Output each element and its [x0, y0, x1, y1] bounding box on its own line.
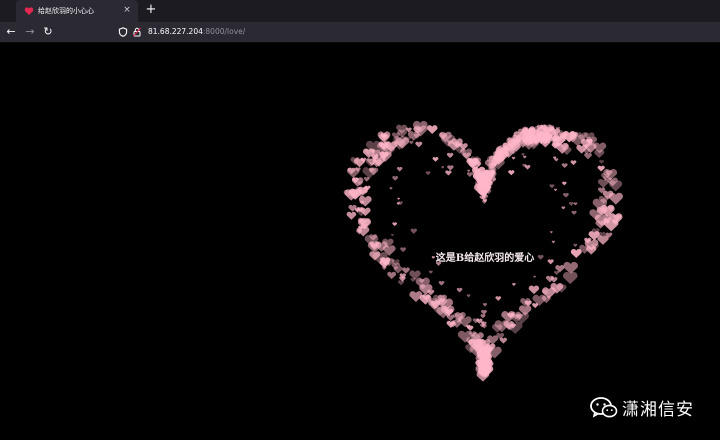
heart-particle — [482, 303, 488, 307]
heart-particle — [363, 176, 370, 182]
heart-particle — [563, 192, 569, 198]
heart-particle — [445, 170, 452, 176]
heart-particle — [561, 163, 568, 169]
heart-particle — [562, 271, 578, 285]
forward-arrow-icon[interactable]: → — [23, 25, 37, 39]
heart-particle — [533, 275, 537, 278]
heart-particle — [499, 337, 507, 344]
heart-particle — [402, 267, 410, 274]
heart-particle — [397, 197, 400, 200]
heart-particle — [570, 160, 577, 166]
heart-particle — [571, 210, 577, 215]
heart-particle — [523, 155, 527, 159]
heart-particle — [551, 240, 555, 244]
tab-bar: 给赵欣羽的小心心 × + — [0, 0, 720, 22]
heart-particle — [570, 249, 582, 259]
close-icon[interactable]: × — [122, 5, 132, 15]
heart-particle — [456, 287, 463, 293]
heart-particle — [528, 285, 540, 295]
heart-particle — [397, 280, 405, 286]
heart-particle — [392, 222, 397, 227]
heart-particle — [546, 275, 554, 283]
heart-particle — [415, 141, 423, 148]
heart-particle — [573, 243, 578, 248]
heart-particle — [561, 206, 566, 210]
heart-particle — [392, 176, 399, 181]
heart-particle — [568, 201, 574, 206]
url-path: :8000/love/ — [202, 27, 246, 36]
heart-particle — [447, 165, 454, 171]
heart-particle — [512, 283, 516, 286]
heart-particle — [597, 178, 609, 188]
heart-particle — [409, 291, 423, 302]
heart-particle-canvas — [343, 120, 623, 382]
heart-particle — [584, 153, 592, 160]
heart-particle — [549, 231, 553, 234]
heart-particle — [466, 172, 473, 178]
tab-title: 给赵欣羽的小心心 — [38, 7, 94, 15]
address-bar[interactable]: 81.68.227.204:8000/love/ — [118, 24, 714, 40]
tab-love-page[interactable]: 给赵欣羽的小心心 × — [16, 0, 138, 22]
heart-particle — [438, 281, 445, 286]
back-arrow-icon[interactable]: ← — [4, 25, 18, 39]
heart-particle — [480, 314, 486, 319]
page-content: 这是B给赵欣羽的爱心 潇湘信安 — [0, 43, 720, 440]
browser-window: 给赵欣羽的小心心 × + ← → ↻ 81.68.227.204:8000/lo… — [0, 0, 720, 440]
heart-message: 这是B给赵欣羽的爱心 — [435, 253, 535, 264]
heart-particle — [555, 264, 565, 273]
heart-particle — [348, 204, 357, 212]
heart-particle — [400, 247, 406, 253]
reload-icon[interactable]: ↻ — [41, 25, 55, 39]
heart-particle — [508, 170, 515, 176]
heart-particle — [410, 277, 416, 282]
navigation-toolbar: ← → ↻ 81.68.227.204:8000/love/ — [0, 22, 720, 43]
heart-particle — [521, 153, 525, 156]
heart-particle — [481, 309, 487, 315]
url-host: 81.68.227.204 — [148, 27, 203, 36]
heart-particle — [495, 296, 502, 301]
heart-particle — [391, 233, 394, 237]
heart-particle — [597, 165, 605, 172]
heart-particle — [603, 219, 619, 232]
heart-particle — [396, 166, 403, 172]
heart-particle — [466, 294, 471, 298]
insecure-lock-icon[interactable] — [132, 27, 142, 37]
heart-particle — [562, 181, 567, 186]
heart-particle — [553, 188, 558, 192]
heart-particle — [446, 320, 456, 328]
red-heart-icon — [24, 7, 34, 15]
heart-particle — [549, 184, 555, 189]
heart-particle — [467, 169, 471, 173]
heart-particle — [346, 211, 357, 220]
heart-particle — [425, 171, 431, 176]
plus-icon[interactable]: + — [144, 3, 158, 17]
heart-particle — [532, 303, 539, 309]
heart-particle — [426, 125, 438, 134]
heart-particle — [554, 270, 560, 276]
wechat-icon — [590, 396, 618, 418]
heart-particle — [599, 159, 604, 164]
heart-particle — [428, 270, 433, 274]
heart-particle — [387, 271, 397, 280]
heart-particle — [389, 187, 393, 190]
heart-particle — [441, 166, 445, 169]
watermark-text: 潇湘信安 — [622, 400, 694, 420]
heart-particle — [432, 157, 439, 162]
shield-icon[interactable] — [118, 27, 128, 37]
heart-particle — [409, 140, 414, 145]
watermark: 潇湘信安 — [590, 395, 694, 420]
heart-particle — [446, 152, 454, 159]
heart-particle — [410, 228, 417, 234]
heart-particle — [511, 156, 516, 160]
heart-particle — [573, 202, 578, 206]
